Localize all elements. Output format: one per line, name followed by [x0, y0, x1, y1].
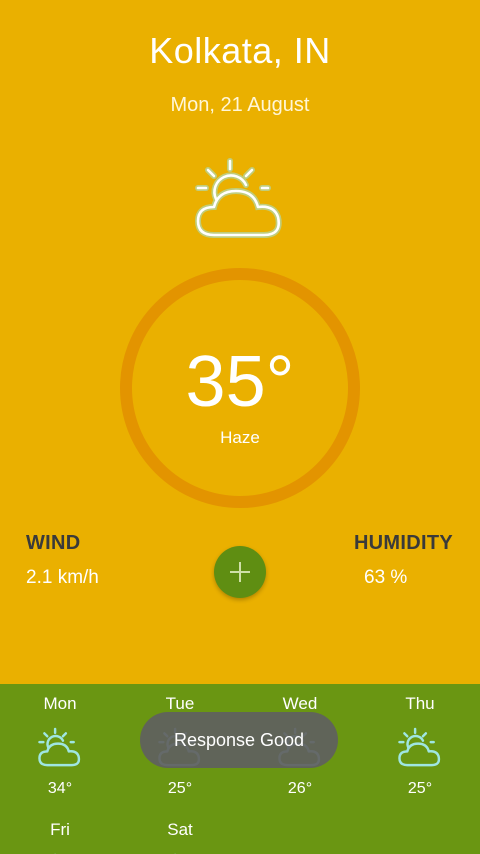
forecast-day-name: Fri	[50, 820, 70, 839]
forecast-day-name: Thu	[405, 694, 435, 713]
humidity-value: 63 %	[364, 567, 408, 588]
wind-label: WIND	[26, 532, 81, 554]
forecast-day-fri[interactable]: Fri	[0, 820, 120, 854]
humidity-label: HUMIDITY	[353, 532, 453, 554]
forecast-day-name: Tue	[165, 694, 195, 713]
forecast-temp: 25°	[167, 780, 193, 797]
current-condition: Haze	[220, 428, 260, 447]
forecast-day-sat[interactable]: Sat	[120, 820, 240, 854]
current-temperature: 35°	[185, 342, 295, 422]
partly-cloudy-icon	[398, 727, 441, 767]
wind-value: 2.1 km/h	[26, 567, 99, 588]
forecast-day-thu[interactable]: Thu 25°	[360, 694, 480, 798]
forecast-day-name: Wed	[282, 694, 318, 713]
city-name: Kolkata, IN	[149, 30, 331, 71]
forecast-day-mon[interactable]: Mon 34°	[0, 694, 120, 798]
forecast-temp: 25°	[407, 780, 433, 797]
forecast-day-name: Sat	[167, 820, 193, 839]
add-button[interactable]	[214, 546, 266, 598]
toast-message: Response Good	[140, 712, 338, 768]
plus-icon	[230, 562, 250, 582]
current-weather-panel: Kolkata, IN Mon, 21 August 35° Haze WIND…	[0, 0, 480, 684]
forecast-temp: 26°	[287, 780, 313, 797]
partly-cloudy-icon	[194, 158, 282, 238]
current-date: Mon, 21 August	[170, 94, 310, 116]
forecast-temp: 34°	[47, 780, 73, 797]
forecast-day-name: Mon	[43, 694, 77, 713]
partly-cloudy-icon	[38, 727, 81, 767]
